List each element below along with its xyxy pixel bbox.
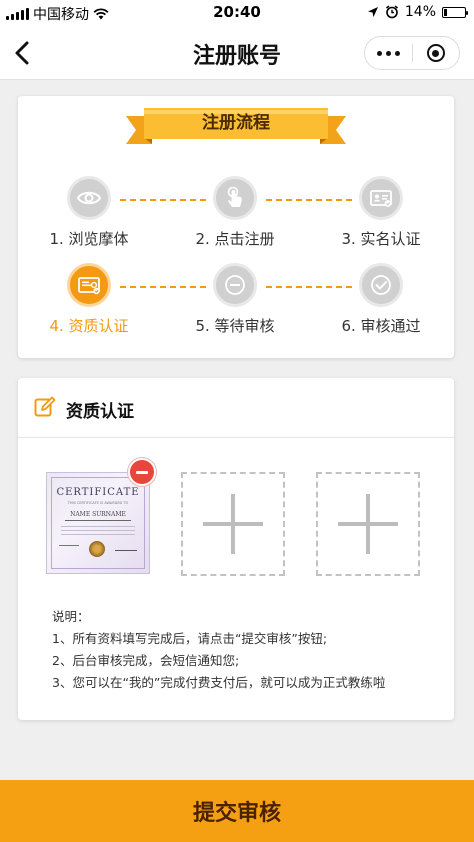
qualification-header: 资质认证 [18, 378, 454, 438]
certificate-name: NAME SURNAME [70, 511, 126, 518]
add-image-button[interactable] [181, 472, 285, 576]
note-line: 2、后台审核完成，会短信通知您; [52, 653, 240, 668]
step-1: 1. 浏览摩体 [34, 176, 144, 249]
battery-percent: 14% [404, 4, 436, 20]
check-circle-icon [371, 275, 391, 295]
chevron-left-icon [15, 41, 29, 65]
process-card: 注册流程 1. 浏览摩体 2. 点击注册 3. 实名认证 4. 资质认证 5. … [18, 96, 454, 358]
note-line: 3、您可以在“我的”完成付费支付后，就可以成为正式教练啦 [52, 675, 386, 690]
nav-bar: 注册账号 [0, 26, 474, 80]
step-label: 6. 审核通过 [341, 317, 421, 335]
step-label: 4. 资质认证 [49, 317, 129, 335]
more-button[interactable] [365, 37, 412, 69]
status-right: 14% [367, 4, 468, 20]
eye-icon [76, 191, 102, 205]
step-circle [359, 263, 403, 307]
step-6: 6. 审核通过 [326, 263, 436, 336]
status-bar: 中国移动 20:40 14% [0, 0, 474, 26]
step-2: 2. 点击注册 [180, 176, 290, 249]
certificate-thumbnail[interactable]: CERTIFICATE THIS CERTIFICATE IS AWARDED … [46, 472, 150, 574]
alarm-icon [385, 5, 398, 19]
more-dots-icon [377, 50, 382, 56]
step-5: 5. 等待审核 [180, 263, 290, 336]
step-circle [67, 263, 111, 307]
step-circle [359, 176, 403, 220]
id-card-icon [370, 190, 392, 207]
certificate-title: CERTIFICATE [56, 487, 140, 498]
tap-hand-icon [227, 186, 242, 207]
step-label: 5. 等待审核 [195, 317, 275, 335]
minus-circle-icon [225, 275, 245, 295]
notes: 说明： 1、所有资料填写完成后，请点击“提交审核”按钮; 2、后台审核完成，会短… [52, 606, 448, 694]
step-circle [213, 176, 257, 220]
notes-heading: 说明： [52, 609, 90, 624]
step-4: 4. 资质认证 [34, 263, 144, 336]
certificate-icon [78, 277, 100, 295]
qualification-card: 资质认证 CERTIFICATE THIS CERTIFICATE IS AWA… [18, 378, 454, 720]
submit-review-button[interactable]: 提交审核 [0, 780, 474, 842]
remove-image-button[interactable] [128, 458, 156, 486]
certificate-subtitle: THIS CERTIFICATE IS AWARDED TO [67, 501, 129, 505]
signature-line [115, 545, 137, 551]
location-icon [367, 7, 378, 17]
minus-icon [136, 470, 148, 474]
target-close-icon [426, 44, 445, 62]
step-circle [67, 176, 111, 220]
step-label: 2. 点击注册 [195, 230, 275, 248]
close-button[interactable] [413, 37, 459, 69]
add-image-button[interactable] [316, 472, 420, 576]
step-circle [213, 263, 257, 307]
step-label: 1. 浏览摩体 [49, 230, 129, 248]
step-3: 3. 实名认证 [326, 176, 436, 249]
qualification-title: 资质认证 [66, 402, 134, 422]
note-line: 1、所有资料填写完成后，请点击“提交审核”按钮; [52, 631, 328, 646]
process-title: 注册流程 [202, 113, 270, 133]
edit-icon [34, 396, 56, 417]
battery-icon [442, 6, 468, 18]
mini-program-capsule [364, 36, 460, 70]
seal-icon [89, 541, 105, 557]
step-label: 3. 实名认证 [341, 230, 421, 248]
back-button[interactable] [8, 36, 38, 70]
